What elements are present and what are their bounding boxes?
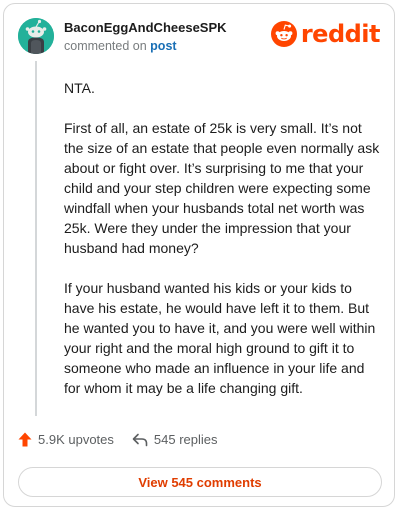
- thread-line[interactable]: [35, 61, 37, 416]
- snoo-avatar-icon: [18, 18, 54, 54]
- username[interactable]: BaconEggAndCheeseSPK: [64, 20, 227, 35]
- comment-card: BaconEggAndCheeseSPK commented on post r…: [3, 3, 395, 507]
- comment-paragraph: NTA.: [64, 80, 95, 96]
- replies-button[interactable]: 545 replies: [132, 432, 218, 447]
- reddit-logo[interactable]: reddit: [270, 20, 381, 48]
- upvote-count: 5.9K upvotes: [38, 432, 114, 447]
- post-link[interactable]: post: [150, 39, 176, 53]
- comment-body: NTA. First of all, an estate of 25k is v…: [64, 78, 382, 418]
- comment-paragraph: First of all, an estate of 25k is very s…: [64, 120, 380, 256]
- upvote-arrow-icon: [18, 432, 32, 447]
- comment-context: commented on post: [64, 39, 177, 53]
- view-comments-button[interactable]: View 545 comments: [18, 467, 382, 497]
- comment-actions: 5.9K upvotes 545 replies: [18, 432, 218, 447]
- avatar[interactable]: [18, 18, 54, 54]
- comment-paragraph: If your husband wanted his kids or your …: [64, 280, 376, 396]
- reddit-wordmark: reddit: [300, 20, 381, 48]
- commented-on-text: commented on: [64, 39, 147, 53]
- reply-arrow-icon: [132, 433, 148, 446]
- reddit-snoo-icon: [270, 21, 297, 47]
- reply-count: 545 replies: [153, 432, 218, 447]
- upvote-button[interactable]: 5.9K upvotes: [18, 432, 114, 447]
